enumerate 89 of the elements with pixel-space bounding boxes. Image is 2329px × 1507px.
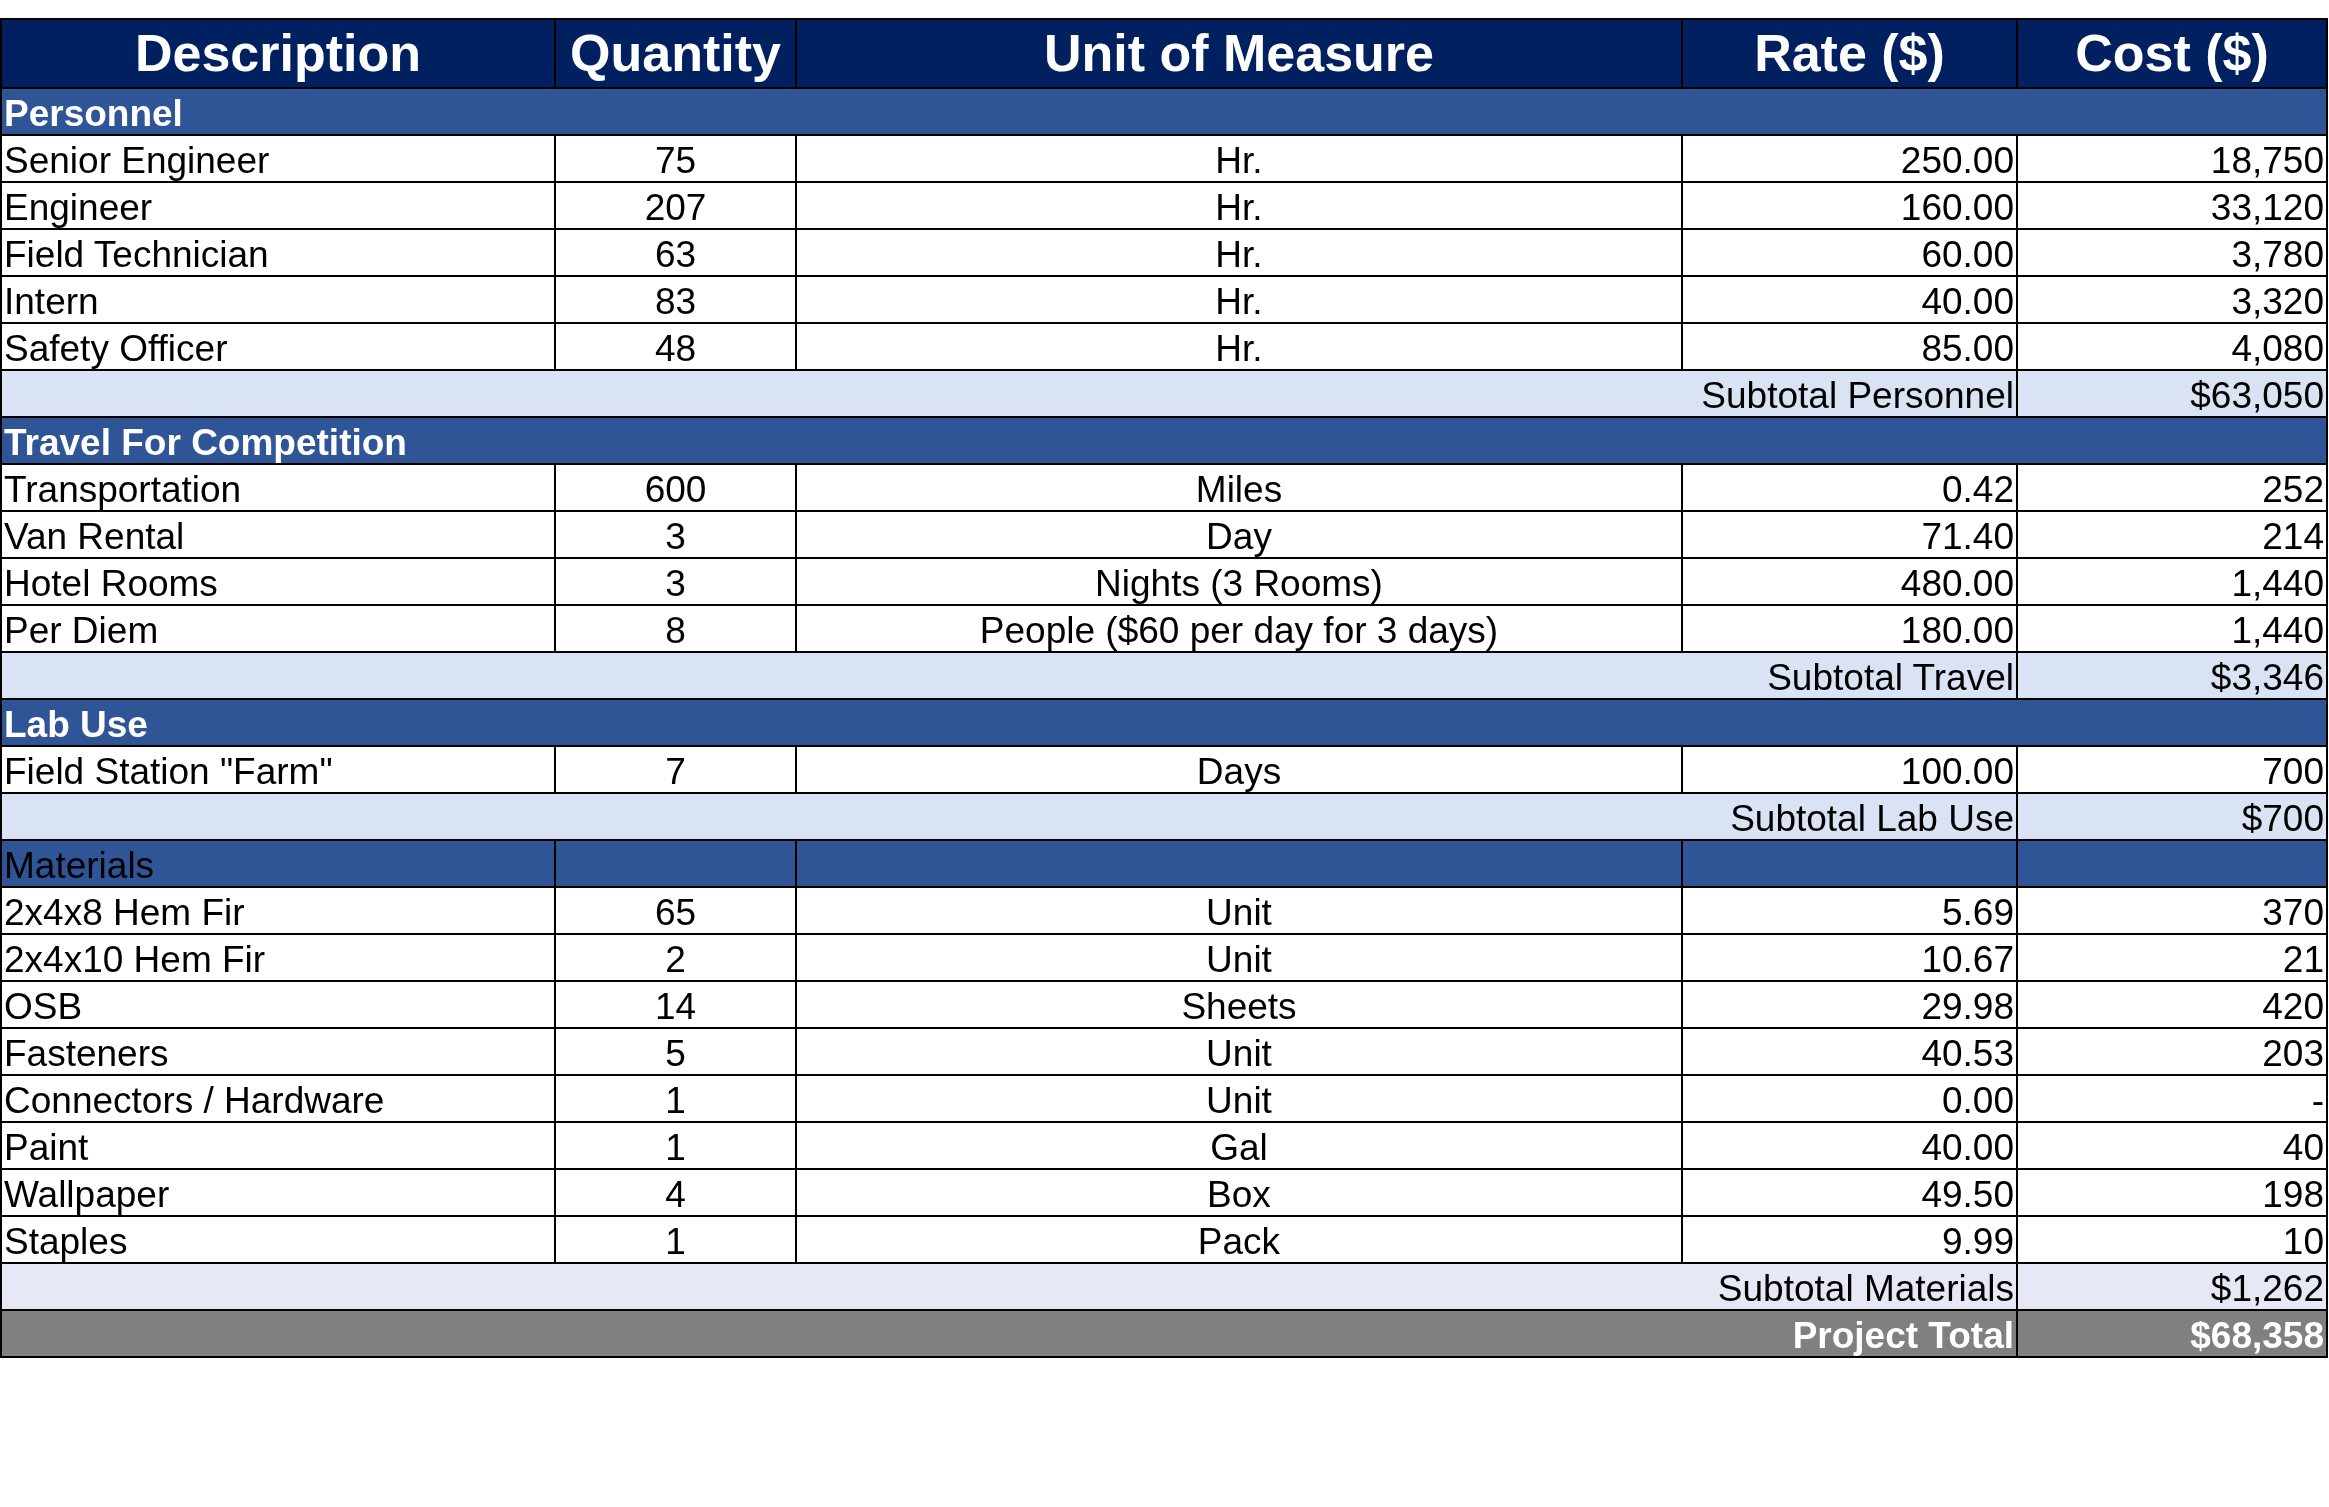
column-header: Quantity — [555, 19, 796, 88]
table-cell: Sheets — [796, 981, 1682, 1028]
table-cell: 40.00 — [1682, 1122, 2017, 1169]
table-cell: 198 — [2017, 1169, 2327, 1216]
table-cell: 14 — [555, 981, 796, 1028]
subtotal-value: $1,262 — [2017, 1263, 2327, 1310]
table-cell: 33,120 — [2017, 182, 2327, 229]
section-header: Materials — [1, 840, 555, 887]
table-cell: 203 — [2017, 1028, 2327, 1075]
table-cell: Paint — [1, 1122, 555, 1169]
table-cell: 420 — [2017, 981, 2327, 1028]
table-cell: 5 — [555, 1028, 796, 1075]
table-cell: 214 — [2017, 511, 2327, 558]
table-cell: 160.00 — [1682, 182, 2017, 229]
table-cell: 252 — [2017, 464, 2327, 511]
column-header: Rate ($) — [1682, 19, 2017, 88]
table-cell: 75 — [555, 135, 796, 182]
subtotal-label: Subtotal Personnel — [1, 370, 2017, 417]
table-cell: Unit — [796, 887, 1682, 934]
table-cell: Unit — [796, 1028, 1682, 1075]
table-cell: Unit — [796, 934, 1682, 981]
table-cell: 207 — [555, 182, 796, 229]
section-header: Lab Use — [4, 704, 148, 745]
table-cell: 49.50 — [1682, 1169, 2017, 1216]
table-cell: 370 — [2017, 887, 2327, 934]
table-cell: 18,750 — [2017, 135, 2327, 182]
table-cell: Hr. — [796, 276, 1682, 323]
table-cell: 40 — [2017, 1122, 2327, 1169]
table-cell: 65 — [555, 887, 796, 934]
table-cell: 3,320 — [2017, 276, 2327, 323]
table-cell: Hr. — [796, 229, 1682, 276]
table-cell: Hr. — [796, 182, 1682, 229]
table-cell: Intern — [1, 276, 555, 323]
column-header: Cost ($) — [2017, 19, 2327, 88]
table-cell: Wallpaper — [1, 1169, 555, 1216]
table-cell: - — [2017, 1075, 2327, 1122]
table-cell: Hotel Rooms — [1, 558, 555, 605]
table-cell: Gal — [796, 1122, 1682, 1169]
table-cell: 83 — [555, 276, 796, 323]
table-cell: 10.67 — [1682, 934, 2017, 981]
total-value: $68,358 — [2017, 1310, 2327, 1357]
table-cell: 1 — [555, 1122, 796, 1169]
table-cell: 1,440 — [2017, 558, 2327, 605]
table-cell: Box — [796, 1169, 1682, 1216]
column-header: Unit of Measure — [796, 19, 1682, 88]
table-cell: 3,780 — [2017, 229, 2327, 276]
table-cell: 71.40 — [1682, 511, 2017, 558]
table-cell: Unit — [796, 1075, 1682, 1122]
table-cell: 2x4x8 Hem Fir — [1, 887, 555, 934]
table-cell: 60.00 — [1682, 229, 2017, 276]
table-cell: 250.00 — [1682, 135, 2017, 182]
table-cell: 40.53 — [1682, 1028, 2017, 1075]
table-cell: 63 — [555, 229, 796, 276]
table-cell: 2 — [555, 934, 796, 981]
table-cell: Engineer — [1, 182, 555, 229]
subtotal-label: Subtotal Travel — [1, 652, 2017, 699]
table-cell: 4 — [555, 1169, 796, 1216]
table-cell: 5.69 — [1682, 887, 2017, 934]
total-label: Project Total — [1, 1310, 2017, 1357]
table-cell: 2x4x10 Hem Fir — [1, 934, 555, 981]
table-cell: 40.00 — [1682, 276, 2017, 323]
table-cell: 3 — [555, 558, 796, 605]
table-cell: 29.98 — [1682, 981, 2017, 1028]
table-cell: 1 — [555, 1075, 796, 1122]
table-cell: Fasteners — [1, 1028, 555, 1075]
column-header: Description — [1, 19, 555, 88]
table-cell: OSB — [1, 981, 555, 1028]
subtotal-value: $3,346 — [2017, 652, 2327, 699]
table-cell: Connectors / Hardware — [1, 1075, 555, 1122]
subtotal-value: $700 — [2017, 793, 2327, 840]
table-cell: Miles — [796, 464, 1682, 511]
table-cell: Field Technician — [1, 229, 555, 276]
table-cell: 0.00 — [1682, 1075, 2017, 1122]
subtotal-label: Subtotal Lab Use — [1, 793, 2017, 840]
table-cell: Day — [796, 511, 1682, 558]
table-cell: 600 — [555, 464, 796, 511]
table-cell: Hr. — [796, 135, 1682, 182]
table-cell: 21 — [2017, 934, 2327, 981]
table-cell: Nights (3 Rooms) — [796, 558, 1682, 605]
section-header: Travel For Competition — [4, 422, 407, 463]
table-cell: 480.00 — [1682, 558, 2017, 605]
section-header: Personnel — [4, 93, 183, 134]
table-cell: 3 — [555, 511, 796, 558]
subtotal-label: Subtotal Materials — [1, 1263, 2017, 1310]
subtotal-value: $63,050 — [2017, 370, 2327, 417]
table-cell: Van Rental — [1, 511, 555, 558]
table-cell: Transportation — [1, 464, 555, 511]
table-cell: Senior Engineer — [1, 135, 555, 182]
table-cell: 0.42 — [1682, 464, 2017, 511]
